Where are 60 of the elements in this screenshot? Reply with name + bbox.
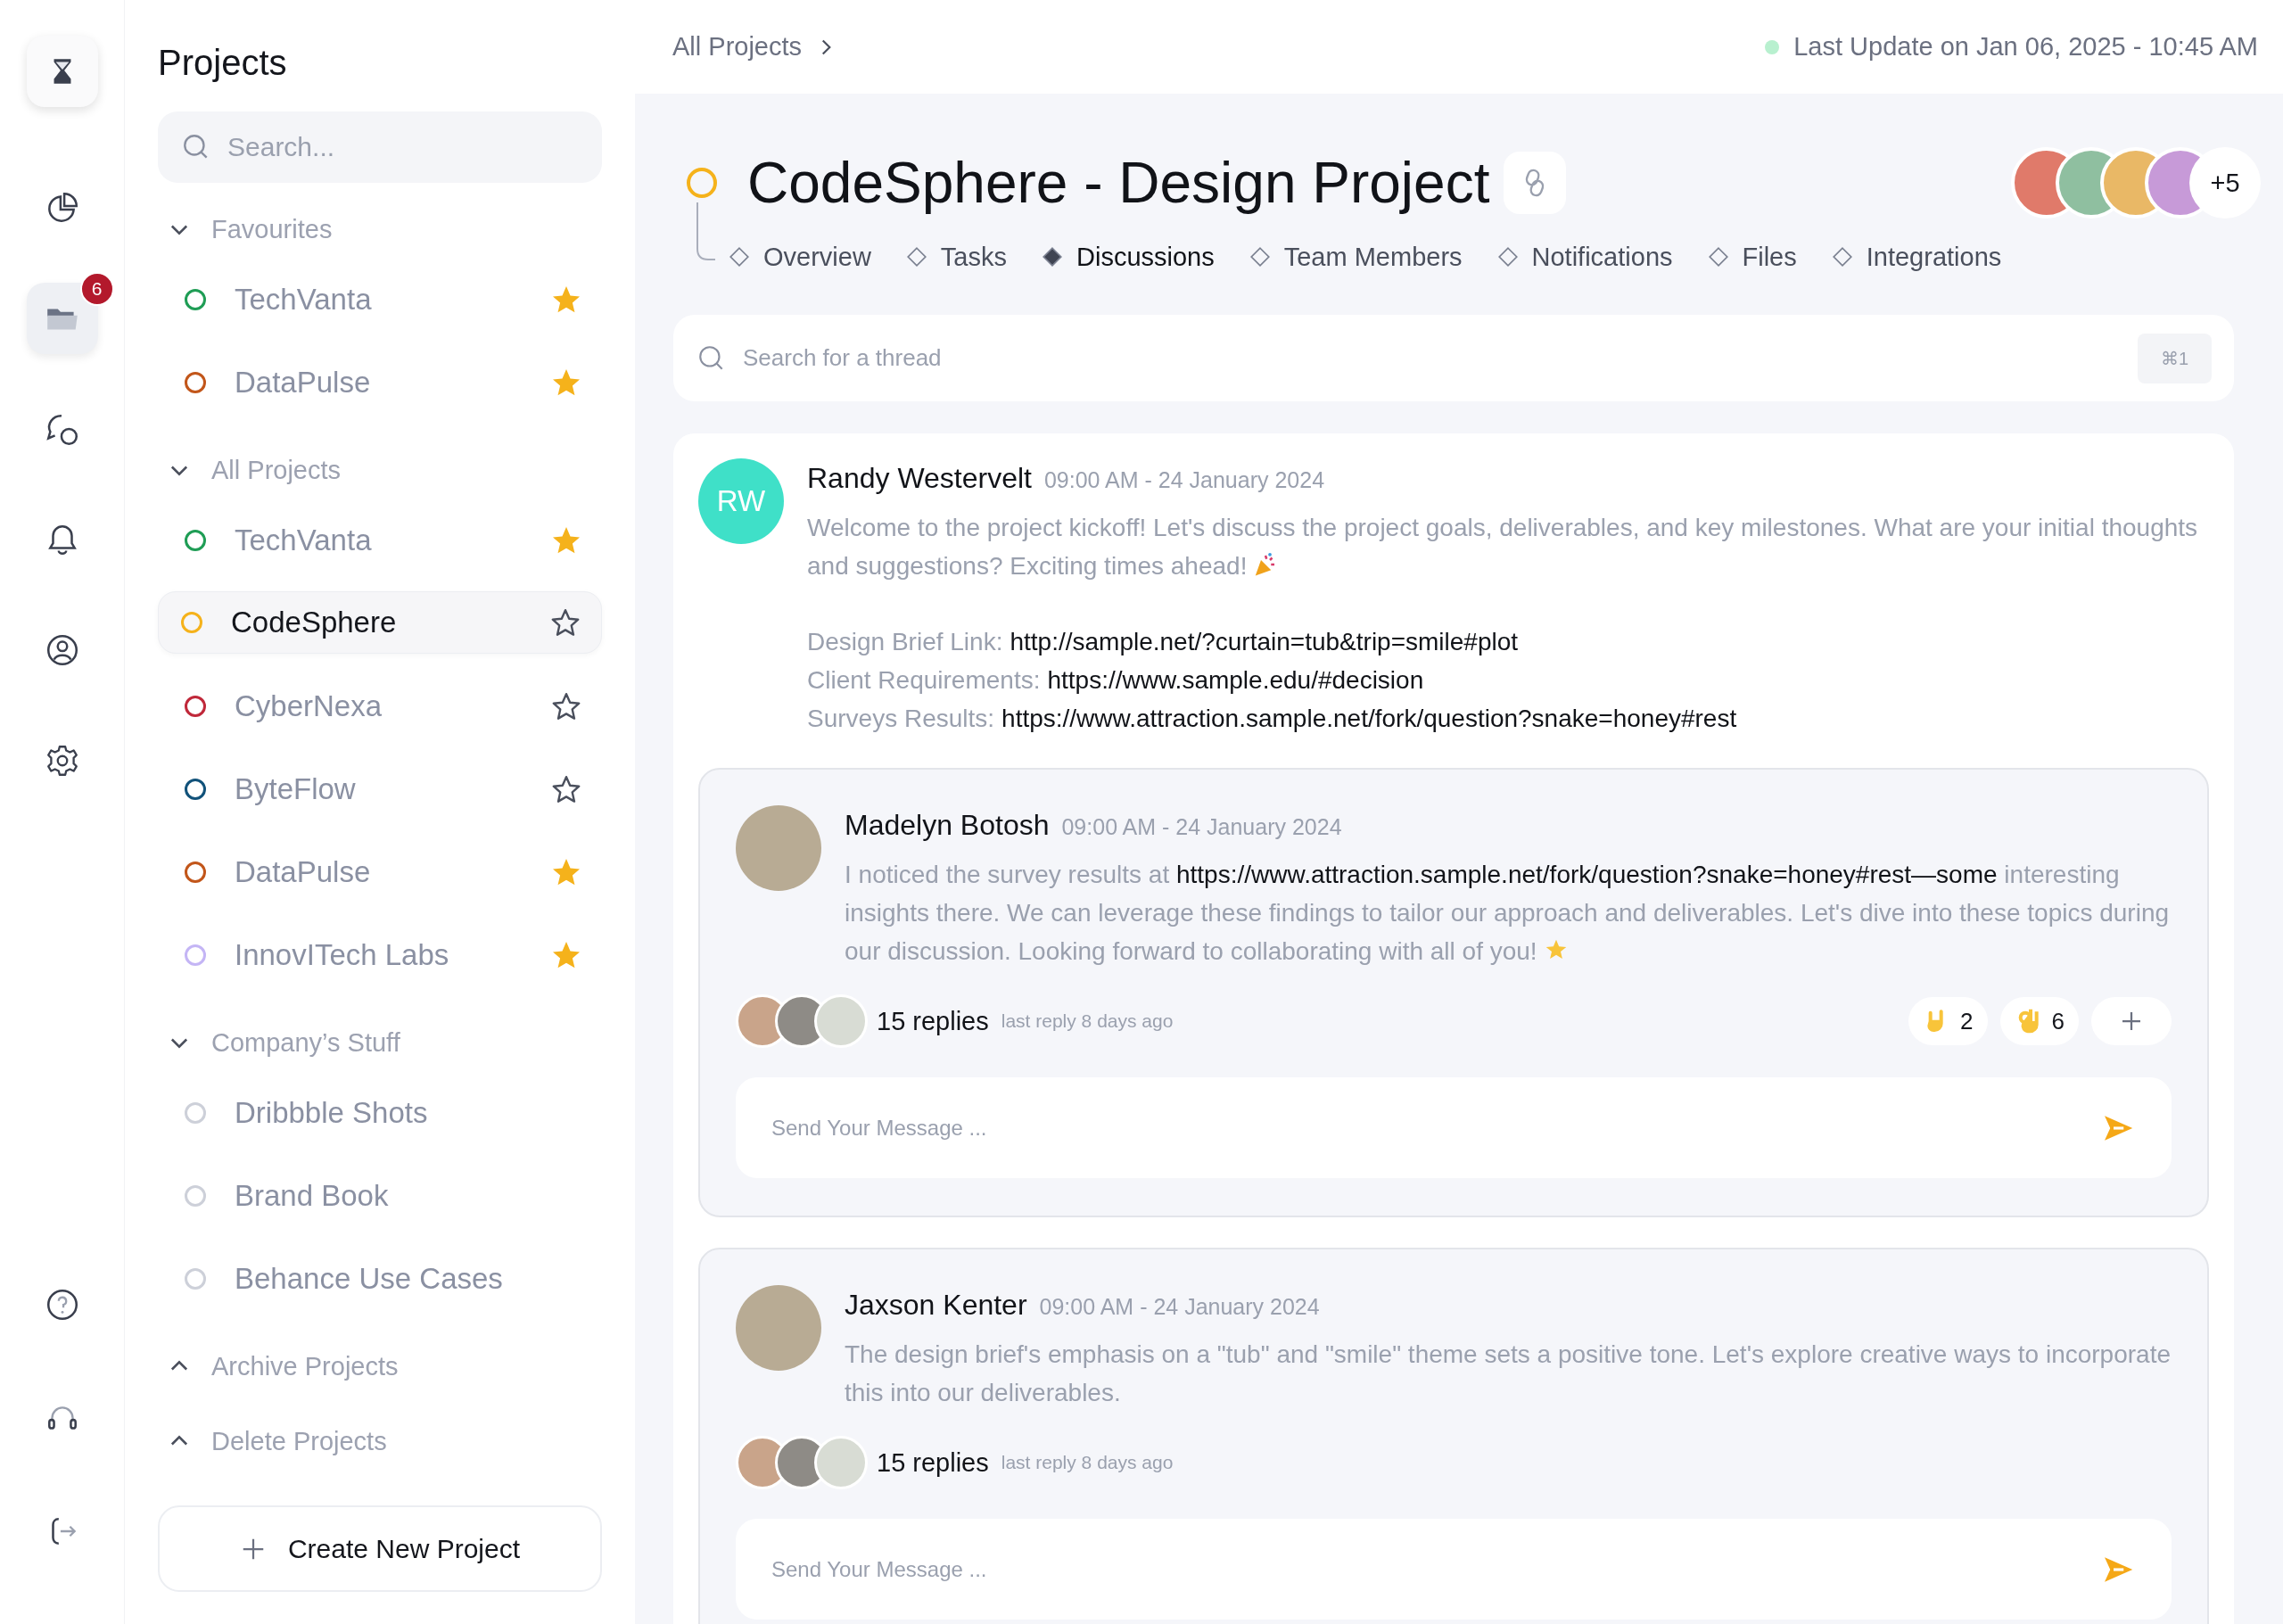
- author-name: Jaxson Kenter: [845, 1289, 1027, 1322]
- tab[interactable]: Integrations: [1830, 242, 2002, 272]
- create-project-button[interactable]: Create New Project: [158, 1505, 602, 1592]
- more-members-count[interactable]: +5: [2189, 147, 2261, 218]
- diamond-icon: [1041, 245, 1064, 268]
- project-name: TechVanta: [235, 523, 373, 557]
- timestamp: 09:00 AM - 24 January 2024: [1061, 814, 1342, 840]
- timestamp: 09:00 AM - 24 January 2024: [1043, 467, 1325, 493]
- search-field[interactable]: Search...: [158, 111, 602, 183]
- copy-link-button[interactable]: [1504, 152, 1567, 214]
- tab[interactable]: Overview: [728, 242, 871, 272]
- sidebar-title: Projects: [158, 42, 288, 84]
- project-name: InnovITech Labs: [235, 937, 450, 972]
- last-reply-text: last reply 8 days ago: [1001, 1452, 1174, 1473]
- star-outline-icon[interactable]: [549, 606, 581, 639]
- project-item[interactable]: CodeSphere: [158, 591, 602, 654]
- project-name: CyberNexa: [235, 688, 383, 723]
- reaction-chip[interactable]: 2: [1908, 997, 1988, 1045]
- project-name: Behance Use Cases: [235, 1261, 504, 1296]
- timestamp: 09:00 AM - 24 January 2024: [1039, 1294, 1320, 1320]
- url-link[interactable]: https://www.sample.edu/#decision: [1047, 661, 1424, 699]
- status-dot: [1765, 39, 1780, 54]
- project-name: Brand Book: [235, 1178, 390, 1213]
- app-logo[interactable]: [26, 36, 98, 107]
- avatar-initials: RW: [698, 458, 784, 544]
- project-name: TechVanta: [235, 282, 373, 317]
- message-input[interactable]: Send Your Message ...: [736, 1077, 2172, 1178]
- last-reply-text: last reply 8 days ago: [1001, 1010, 1174, 1032]
- reply-count-link[interactable]: 15 replies: [877, 1447, 989, 1478]
- project-title: CodeSphere - Design Project: [747, 150, 1490, 216]
- notification-badge: 6: [79, 272, 114, 306]
- project-name: DataPulse: [235, 854, 372, 889]
- url-link[interactable]: https://www.attraction.sample.net/fork/question?snake=honey#rest—some: [1175, 861, 1998, 888]
- tab[interactable]: Discussions: [1041, 242, 1215, 272]
- reply-count-link[interactable]: 15 replies: [877, 1006, 989, 1036]
- tab[interactable]: Team Members: [1248, 242, 1463, 272]
- link-label: Surveys Results:: [807, 704, 995, 734]
- message-input[interactable]: Send Your Message ...: [736, 1519, 2172, 1620]
- breadcrumb-link[interactable]: All Projects: [672, 32, 803, 62]
- url-link[interactable]: http://sample.net/?curtain=tub&trip=smile#plot: [1010, 622, 1519, 661]
- project-name: CodeSphere: [231, 606, 398, 639]
- author-name: Randy Westervelt: [807, 462, 1032, 495]
- shortcut-hint: ⌘1: [2137, 333, 2212, 383]
- message-text: Welcome to the project kickoff! Let's discuss the project goals, deliverables, and key milestones. What are your initial thoughts and suggestions? Exciting times ahead!: [807, 514, 2198, 580]
- author-name: Madelyn Botosh: [845, 809, 1050, 842]
- tab[interactable]: Tasks: [904, 242, 1007, 272]
- project-name: Dribbble Shots: [235, 1095, 429, 1130]
- message-text: The design brief's emphasis on a "tub" and "smile" theme sets a positive tone. Let's explore creative ways to incorporate this into our deliverables.: [845, 1340, 2171, 1406]
- url-link[interactable]: https://www.attraction.sample.net/fork/question?snake=honey#rest: [1001, 699, 1737, 738]
- reaction-chip[interactable]: 6: [1999, 997, 2079, 1045]
- tab[interactable]: Files: [1706, 242, 1797, 272]
- status-ring: [687, 168, 717, 198]
- tab[interactable]: Notifications: [1496, 242, 1673, 272]
- last-update-text: Last Update on Jan 06, 2025 - 10:45 AM: [1793, 32, 2258, 62]
- link-label: Client Requirements:: [807, 665, 1041, 696]
- diamond-icon: [728, 245, 751, 268]
- link-label: Design Brief Link:: [807, 627, 1003, 657]
- project-name: DataPulse: [235, 365, 372, 400]
- project-name: ByteFlow: [235, 771, 357, 806]
- message-text: I noticed the survey results at https://www.attraction.sample.net/fork/question?snake=honey#rest—some interesting insights there. We can leverage these findings to tailor our approach and deliverables. Let's dive into these topics during our discussion. Looking forward to collaborating with all of you!: [845, 861, 2170, 965]
